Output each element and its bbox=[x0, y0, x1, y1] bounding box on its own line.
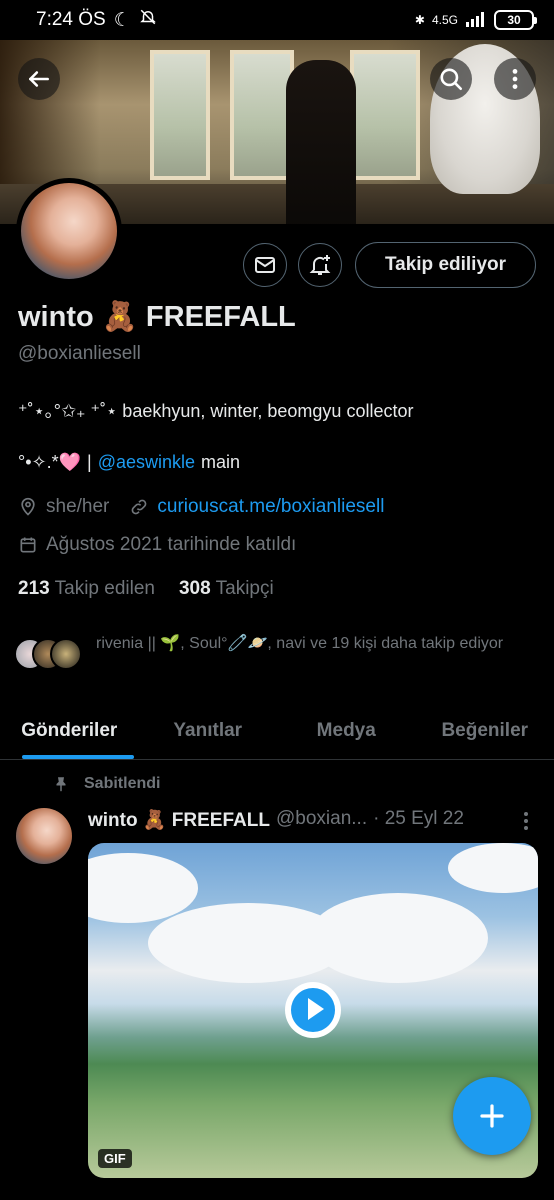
tweet-author-handle: @boxian... bbox=[275, 808, 368, 829]
search-button[interactable] bbox=[430, 58, 472, 100]
followers-label: Takipçi bbox=[215, 578, 274, 599]
profile-avatar[interactable] bbox=[16, 178, 122, 284]
tweet-time: · 25 Eyl 22 bbox=[373, 808, 464, 829]
status-time: 7:24 ÖS bbox=[36, 9, 106, 30]
known-followers-text: rivenia || 🌱, Soul°🧷🪐, navi ve 19 kişi d… bbox=[96, 635, 504, 652]
bio-line-2: °•✧.*🩷 | @aeswinkle main bbox=[18, 452, 240, 473]
pin-icon bbox=[56, 777, 66, 792]
tweet-more-button[interactable] bbox=[518, 810, 534, 837]
followers-count: 308 bbox=[178, 578, 211, 599]
network-type: 4.5G bbox=[431, 13, 458, 27]
bluetooth-icon: ✱ bbox=[414, 13, 425, 27]
bio-suffix: main bbox=[201, 452, 241, 472]
follow-counts: 213 Takip edilen 308 Takipçi bbox=[18, 578, 274, 600]
tweet-avatar[interactable] bbox=[16, 808, 72, 864]
more-vertical-icon bbox=[524, 812, 528, 830]
bio-prefix: °•✧.*🩷 bbox=[18, 452, 81, 472]
compose-button[interactable] bbox=[453, 1077, 531, 1155]
known-follower-avatars bbox=[14, 638, 84, 670]
following-count-link[interactable]: 213 Takip edilen bbox=[18, 578, 155, 600]
display-name: winto 🧸 FREEFALL bbox=[18, 301, 296, 333]
notification-button[interactable] bbox=[298, 243, 342, 287]
user-handle: @boxianliesell bbox=[18, 343, 141, 364]
tab-replies[interactable]: Yanıtlar bbox=[139, 702, 278, 759]
pinned-indicator: Sabitlendi bbox=[52, 775, 160, 793]
following-label: Takip edilen bbox=[54, 578, 155, 599]
tweet-author-name[interactable]: winto 🧸 FREEFALL bbox=[88, 808, 270, 832]
more-button[interactable] bbox=[494, 58, 536, 100]
pronouns: she/her bbox=[46, 496, 110, 517]
pinned-label: Sabitlendi bbox=[84, 775, 161, 792]
bio-mention-link[interactable]: @aeswinkle bbox=[98, 452, 195, 473]
joined-date: Ağustos 2021 tarihinde katıldı bbox=[46, 534, 297, 555]
bell-muted-icon bbox=[139, 8, 157, 32]
more-vertical-icon bbox=[512, 69, 518, 89]
avatar bbox=[50, 638, 82, 670]
arrow-left-icon bbox=[29, 71, 49, 87]
search-icon bbox=[440, 68, 463, 91]
play-button[interactable] bbox=[285, 982, 341, 1038]
link-icon bbox=[132, 499, 147, 515]
battery-indicator: 30 bbox=[494, 10, 537, 30]
moon-icon: ☾ bbox=[113, 9, 131, 31]
known-followers[interactable]: rivenia || 🌱, Soul°🧷🪐, navi ve 19 kişi d… bbox=[14, 632, 534, 670]
meta-row-1: she/her curiouscat.me/boxianliesell bbox=[18, 496, 384, 518]
followers-count-link[interactable]: 308 Takipçi bbox=[179, 578, 274, 600]
calendar-icon bbox=[20, 537, 36, 553]
tweet-header: winto 🧸 FREEFALL @boxian... · 25 Eyl 22 bbox=[88, 808, 464, 832]
tab-likes[interactable]: Beğeniler bbox=[416, 702, 554, 759]
website-link[interactable]: curiouscat.me/boxianliesell bbox=[157, 496, 384, 518]
status-bar: 7:24 ÖS ☾ ✱ 4.5G 30 bbox=[0, 0, 554, 40]
profile-tabs: Gönderiler Yanıtlar Medya Beğeniler bbox=[0, 702, 554, 760]
tab-media[interactable]: Medya bbox=[277, 702, 416, 759]
back-button[interactable] bbox=[18, 58, 60, 100]
location-icon bbox=[21, 497, 35, 516]
bio-line-1: ⁺˚⋆｡°✩₊ ⁺˚⋆ baekhyun, winter, beomgyu co… bbox=[18, 401, 414, 421]
bio-separator: | bbox=[87, 452, 92, 472]
message-button[interactable] bbox=[243, 243, 287, 287]
meta-row-2: Ağustos 2021 tarihinde katıldı bbox=[18, 534, 296, 556]
signal-icon bbox=[465, 11, 487, 30]
following-count: 213 bbox=[18, 578, 50, 599]
bell-plus-icon bbox=[309, 255, 331, 275]
gif-badge: GIF bbox=[98, 1149, 132, 1168]
mail-icon bbox=[255, 257, 275, 273]
tab-posts[interactable]: Gönderiler bbox=[0, 702, 139, 759]
plus-icon bbox=[480, 1104, 504, 1128]
following-button[interactable]: Takip ediliyor bbox=[355, 242, 536, 288]
